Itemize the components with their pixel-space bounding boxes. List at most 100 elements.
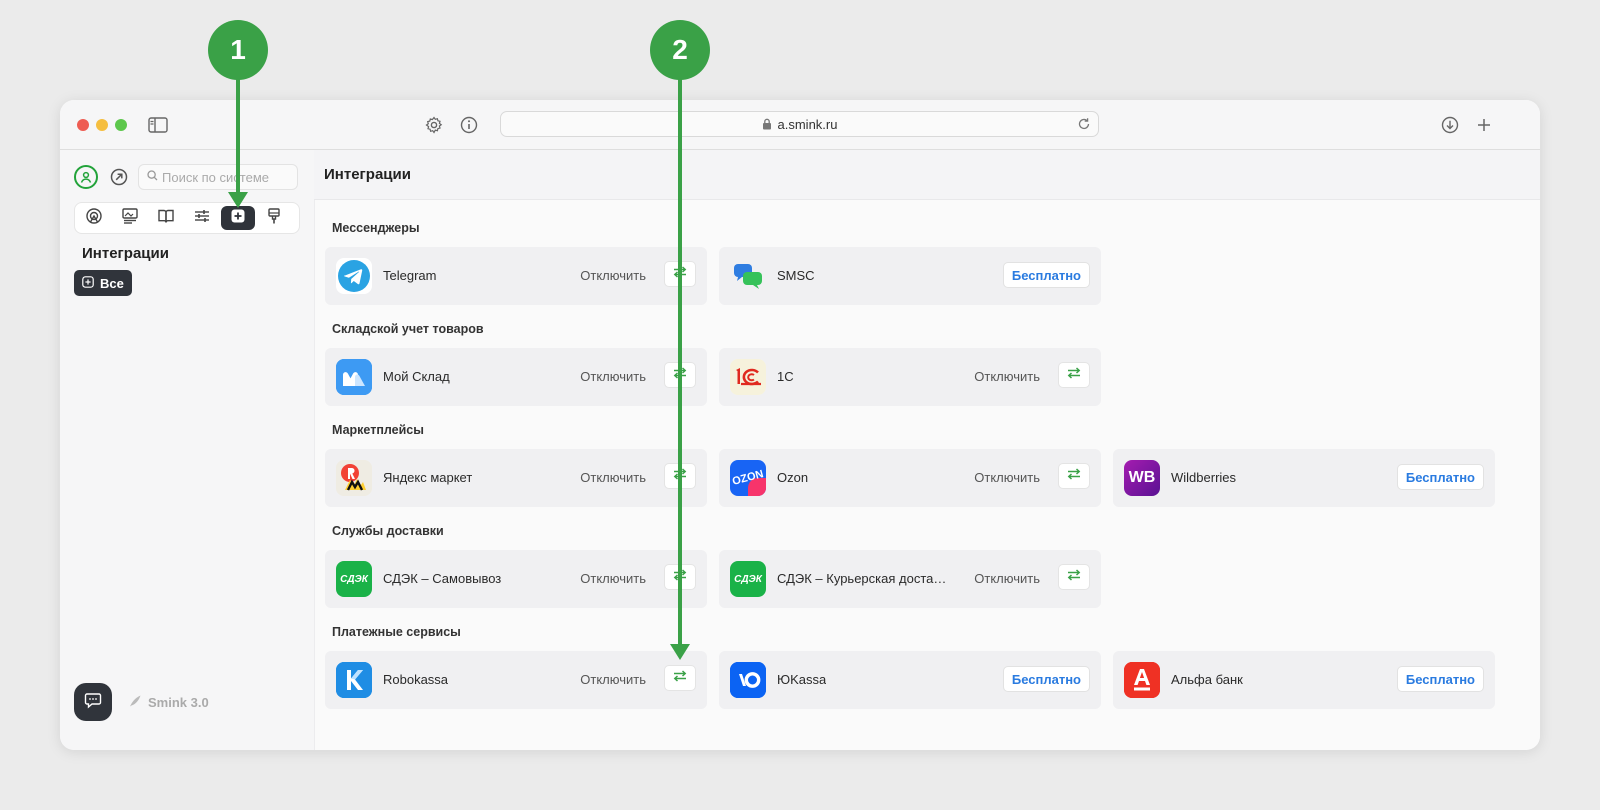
nav-sliders-button[interactable] (185, 206, 219, 230)
chat-icon (84, 691, 102, 714)
search-box[interactable] (138, 164, 298, 190)
disable-link[interactable]: Отключить (974, 571, 1040, 586)
disable-link[interactable]: Отключить (974, 369, 1040, 384)
nav-book-button[interactable] (149, 206, 183, 230)
disable-link[interactable]: Отключить (580, 369, 646, 384)
swap-arrows-icon (1066, 366, 1082, 385)
nav-brush-button[interactable] (257, 206, 291, 230)
integration-card-wildberries[interactable]: WB Wildberries Бесплатно (1113, 449, 1495, 507)
reload-icon[interactable] (1076, 116, 1092, 132)
section-title-marketplaces: Маркетплейсы (332, 423, 424, 437)
lock-icon (762, 118, 772, 130)
wildberries-icon: WB (1124, 460, 1160, 496)
free-badge-button[interactable]: Бесплатно (1002, 262, 1090, 288)
integration-name: Wildberries (1171, 470, 1237, 485)
download-icon[interactable] (1438, 113, 1462, 137)
integration-name: СДЭК – Курьерская доставка (777, 571, 953, 586)
app-version: Smink 3.0 (128, 694, 209, 711)
alfa-bank-icon (1124, 662, 1160, 698)
layout-icon (121, 207, 139, 230)
annotation-arrow-2-line (678, 75, 682, 648)
free-badge-button[interactable]: Бесплатно (1002, 666, 1090, 692)
integration-name: Telegram (383, 268, 437, 283)
annotation-arrow-1-line (236, 75, 240, 195)
integration-card-yookassa[interactable]: ЮKassa Бесплатно (719, 651, 1101, 709)
main-header: Интеграции (314, 150, 1540, 200)
sliders-icon (193, 207, 211, 230)
integration-card-cdek-courier[interactable]: СДЭК СДЭК – Курьерская доставка Отключит… (719, 550, 1101, 608)
section-title-warehouse: Складской учет товаров (332, 322, 484, 336)
sidebar-toggle-icon[interactable] (146, 113, 170, 137)
annotation-marker-2: 2 (650, 20, 710, 80)
nav-radar-button[interactable] (77, 206, 111, 230)
filter-all-button[interactable]: Все (74, 270, 132, 296)
plus-square-icon (82, 275, 94, 291)
disable-link[interactable]: Отключить (580, 268, 646, 283)
integration-name: Альфа банк (1171, 672, 1243, 687)
integration-card-alfa-bank[interactable]: Альфа банк Бесплатно (1113, 651, 1495, 709)
integration-name: Ozon (777, 470, 809, 485)
external-link-icon[interactable] (109, 167, 129, 187)
book-icon (157, 207, 175, 230)
cdek-logo-text: СДЭК (340, 573, 368, 585)
section-title-messengers: Мессенджеры (332, 221, 420, 235)
integration-card-1c[interactable]: 1С Отключить (719, 348, 1101, 406)
integration-settings-button[interactable] (664, 665, 696, 691)
integration-settings-button[interactable] (1058, 362, 1090, 388)
browser-window: a.smink.ru Поиск по системе Интеграции В… (60, 100, 1540, 750)
disable-link[interactable]: Отключить (580, 470, 646, 485)
search-icon (147, 168, 158, 186)
maximize-window-button[interactable] (115, 119, 127, 131)
new-tab-icon[interactable] (1472, 113, 1496, 137)
ozon-icon: OZON (730, 460, 766, 496)
paint-brush-icon (265, 207, 283, 230)
info-icon[interactable] (457, 113, 481, 137)
integration-card-cdek-pickup[interactable]: СДЭК СДЭК – Самовывоз Отключить (325, 550, 707, 608)
cdek-icon: СДЭК (730, 561, 766, 597)
sidebar-section-title: Интеграции (82, 245, 169, 262)
integrations-content: Мессенджеры Telegram Отключить SMSC Бесп… (314, 200, 1540, 750)
address-bar[interactable]: a.smink.ru (500, 111, 1099, 137)
page-title: Интеграции (324, 166, 411, 183)
integration-name: СДЭК – Самовывоз (383, 571, 502, 586)
radar-icon (85, 207, 103, 230)
gear-icon[interactable] (422, 113, 446, 137)
browser-toolbar: a.smink.ru (60, 100, 1540, 150)
integration-name: Robokassa (383, 672, 449, 687)
robokassa-icon (336, 662, 372, 698)
integration-settings-button[interactable] (1058, 564, 1090, 590)
chat-button[interactable] (74, 683, 112, 721)
disable-link[interactable]: Отключить (580, 571, 646, 586)
integration-card-telegram[interactable]: Telegram Отключить (325, 247, 707, 305)
integration-settings-button[interactable] (1058, 463, 1090, 489)
version-label: Smink 3.0 (148, 695, 209, 710)
integration-card-yandex-market[interactable]: Яндекс маркет Отключить (325, 449, 707, 507)
feather-icon (128, 694, 142, 711)
url-text: a.smink.ru (777, 116, 838, 132)
free-badge-button[interactable]: Бесплатно (1396, 464, 1484, 490)
cdek-logo-text: СДЭК (734, 573, 762, 585)
search-input[interactable] (162, 169, 292, 185)
user-avatar-icon[interactable] (74, 165, 98, 189)
integration-name: SMSC (777, 268, 815, 283)
disable-link[interactable]: Отключить (974, 470, 1040, 485)
nav-integrations-button[interactable] (221, 206, 255, 230)
integration-name: 1С (777, 369, 794, 384)
yandex-market-icon (336, 460, 372, 496)
integration-name: Мой Склад (383, 369, 450, 384)
integration-card-moysklad[interactable]: Мой Склад Отключить (325, 348, 707, 406)
free-badge-button[interactable]: Бесплатно (1396, 666, 1484, 692)
nav-layout-button[interactable] (113, 206, 147, 230)
wb-logo-text: WB (1128, 469, 1156, 486)
minimize-window-button[interactable] (96, 119, 108, 131)
swap-arrows-icon (672, 669, 688, 688)
integration-card-ozon[interactable]: OZON Ozon Отключить (719, 449, 1101, 507)
filter-all-label: Все (100, 275, 124, 291)
integration-card-smsc[interactable]: SMSC Бесплатно (719, 247, 1101, 305)
integration-name: ЮKassa (777, 672, 827, 687)
telegram-icon (336, 258, 372, 294)
integration-card-robokassa[interactable]: Robokassa Отключить (325, 651, 707, 709)
close-window-button[interactable] (77, 119, 89, 131)
cdek-icon: СДЭК (336, 561, 372, 597)
disable-link[interactable]: Отключить (580, 672, 646, 687)
